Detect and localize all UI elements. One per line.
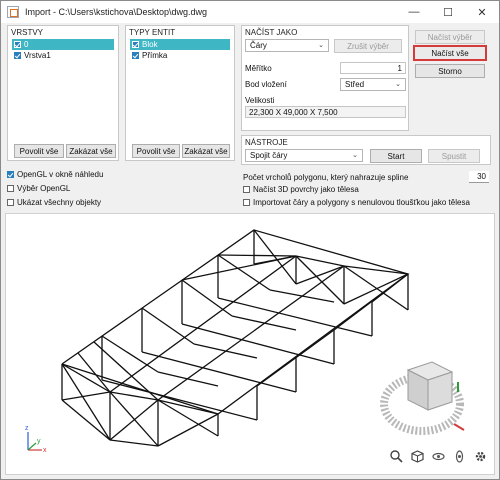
structure-preview[interactable]: z x y xyxy=(6,214,495,475)
insert-point-dropdown[interactable]: Střed ⌄ xyxy=(340,78,406,91)
opengl-preview-option[interactable]: OpenGL v okně náhledu xyxy=(7,170,103,179)
tools-panel: NÁSTROJE Spojit čáry ⌄ Start Spustit xyxy=(241,135,491,165)
minimize-button[interactable]: — xyxy=(397,1,431,23)
entity-item-primka[interactable]: Přímka xyxy=(130,50,230,61)
layer-label: 0 xyxy=(24,40,29,49)
app-icon xyxy=(7,6,19,18)
tools-dropdown[interactable]: Spojit čáry ⌄ xyxy=(245,149,363,162)
run-button[interactable]: Spustit xyxy=(428,149,480,163)
insert-point-label: Bod vložení xyxy=(245,80,287,89)
import-window: Import - C:\Users\kstichova\Desktop\dwg.… xyxy=(0,0,500,480)
load-as-header: NAČÍST JAKO xyxy=(245,28,298,37)
axis-triad: z x y xyxy=(25,425,47,454)
chevron-down-icon: ⌄ xyxy=(318,42,324,49)
insert-point-value: Střed xyxy=(345,80,365,89)
load-all-button[interactable]: Načíst vše xyxy=(413,45,487,61)
scale-label: Měřítko xyxy=(245,64,272,73)
zoom-icon[interactable] xyxy=(388,448,404,464)
entity-types-list: Blok Přímka xyxy=(130,39,230,139)
cube-view-icon[interactable] xyxy=(409,448,425,464)
opengl-select-label: Výběr OpenGL xyxy=(17,184,71,193)
load-selection-button[interactable]: Načíst výběr xyxy=(415,30,485,44)
entities-enable-all-button[interactable]: Povolit vše xyxy=(132,144,180,158)
start-button[interactable]: Start xyxy=(370,149,422,163)
show-all-checkbox[interactable] xyxy=(7,199,14,206)
sizes-field: 22,300 X 49,000 X 7,500 xyxy=(245,106,406,118)
chevron-down-icon: ⌄ xyxy=(352,152,358,159)
entities-disable-all-button[interactable]: Zakázat vše xyxy=(182,144,230,158)
load-as-panel: NAČÍST JAKO Čáry ⌄ Zrušit výběr Měřítko … xyxy=(241,25,409,131)
axis-z-label: z xyxy=(25,425,29,432)
layers-header: VRSTVY xyxy=(11,28,44,37)
opengl-select-checkbox[interactable] xyxy=(7,185,14,192)
axis-x-label: x xyxy=(43,447,47,454)
tools-header: NÁSTROJE xyxy=(245,138,288,147)
opengl-select-option[interactable]: Výběr OpenGL xyxy=(7,184,70,193)
show-all-option[interactable]: Ukázat všechny objekty xyxy=(7,198,101,207)
view-cube[interactable] xyxy=(380,361,465,435)
chevron-down-icon: ⌄ xyxy=(395,81,401,88)
entity-checkbox-blok[interactable] xyxy=(132,41,139,48)
settings-icon[interactable] xyxy=(472,448,488,464)
import-zero-label: Importovat čáry a polygony s nenulovou t… xyxy=(253,198,470,207)
layers-enable-all-button[interactable]: Povolit vše xyxy=(14,144,64,158)
entity-item-blok[interactable]: Blok xyxy=(130,39,230,50)
entity-label: Blok xyxy=(142,40,158,49)
tools-value: Spojit čáry xyxy=(250,151,288,160)
import-zero-option[interactable]: Importovat čáry a polygony s nenulovou t… xyxy=(243,198,470,207)
steel-frame xyxy=(61,229,410,447)
layer-item-0[interactable]: 0 xyxy=(12,39,114,50)
entity-types-header: TYPY ENTIT xyxy=(129,28,176,37)
sizes-label: Velikosti xyxy=(245,96,275,105)
maximize-button[interactable]: ☐ xyxy=(431,1,465,23)
layers-list: 0 Vrstva1 xyxy=(12,39,114,139)
import-zero-checkbox[interactable] xyxy=(243,199,250,206)
entity-label: Přímka xyxy=(142,51,168,60)
layers-panel: VRSTVY 0 Vrstva1 Povolit vše Zakázat vše xyxy=(7,25,119,161)
opengl-preview-checkbox[interactable] xyxy=(7,171,14,178)
polygon-vertices-label: Počet vrcholů polygonu, který nahrazuje … xyxy=(243,173,409,182)
scale-field[interactable]: 1 xyxy=(340,62,406,74)
opengl-preview-label: OpenGL v okně náhledu xyxy=(17,170,104,179)
preview-viewport[interactable]: z x y xyxy=(5,213,495,475)
axis-y-label: y xyxy=(37,438,41,445)
layer-label: Vrstva1 xyxy=(24,51,51,60)
layers-disable-all-button[interactable]: Zakázat vše xyxy=(66,144,116,158)
layer-checkbox-vrstva1[interactable] xyxy=(14,52,21,59)
orbit-icon[interactable] xyxy=(430,448,446,464)
load-3d-option[interactable]: Načíst 3D povrchy jako tělesa xyxy=(243,185,359,194)
entity-checkbox-primka[interactable] xyxy=(132,52,139,59)
layer-checkbox-0[interactable] xyxy=(14,41,21,48)
layer-item-vrstva1[interactable]: Vrstva1 xyxy=(12,50,114,61)
show-all-label: Ukázat všechny objekty xyxy=(17,198,102,207)
title-bar: Import - C:\Users\kstichova\Desktop\dwg.… xyxy=(1,1,499,23)
cancel-button[interactable]: Storno xyxy=(415,64,485,78)
polygon-vertices-field[interactable]: 30 xyxy=(469,171,489,183)
load-as-type-dropdown[interactable]: Čáry ⌄ xyxy=(245,39,329,52)
close-button[interactable]: ✕ xyxy=(465,1,499,23)
load-as-type-value: Čáry xyxy=(250,41,267,50)
reset-selection-button[interactable]: Zrušit výběr xyxy=(334,39,402,53)
load-3d-label: Načíst 3D povrchy jako tělesa xyxy=(253,185,359,194)
load-3d-checkbox[interactable] xyxy=(243,186,250,193)
pan-icon[interactable] xyxy=(451,448,467,464)
window-title: Import - C:\Users\kstichova\Desktop\dwg.… xyxy=(25,7,208,17)
entity-types-panel: TYPY ENTIT Blok Přímka Povolit vše Zakáz… xyxy=(125,25,235,161)
